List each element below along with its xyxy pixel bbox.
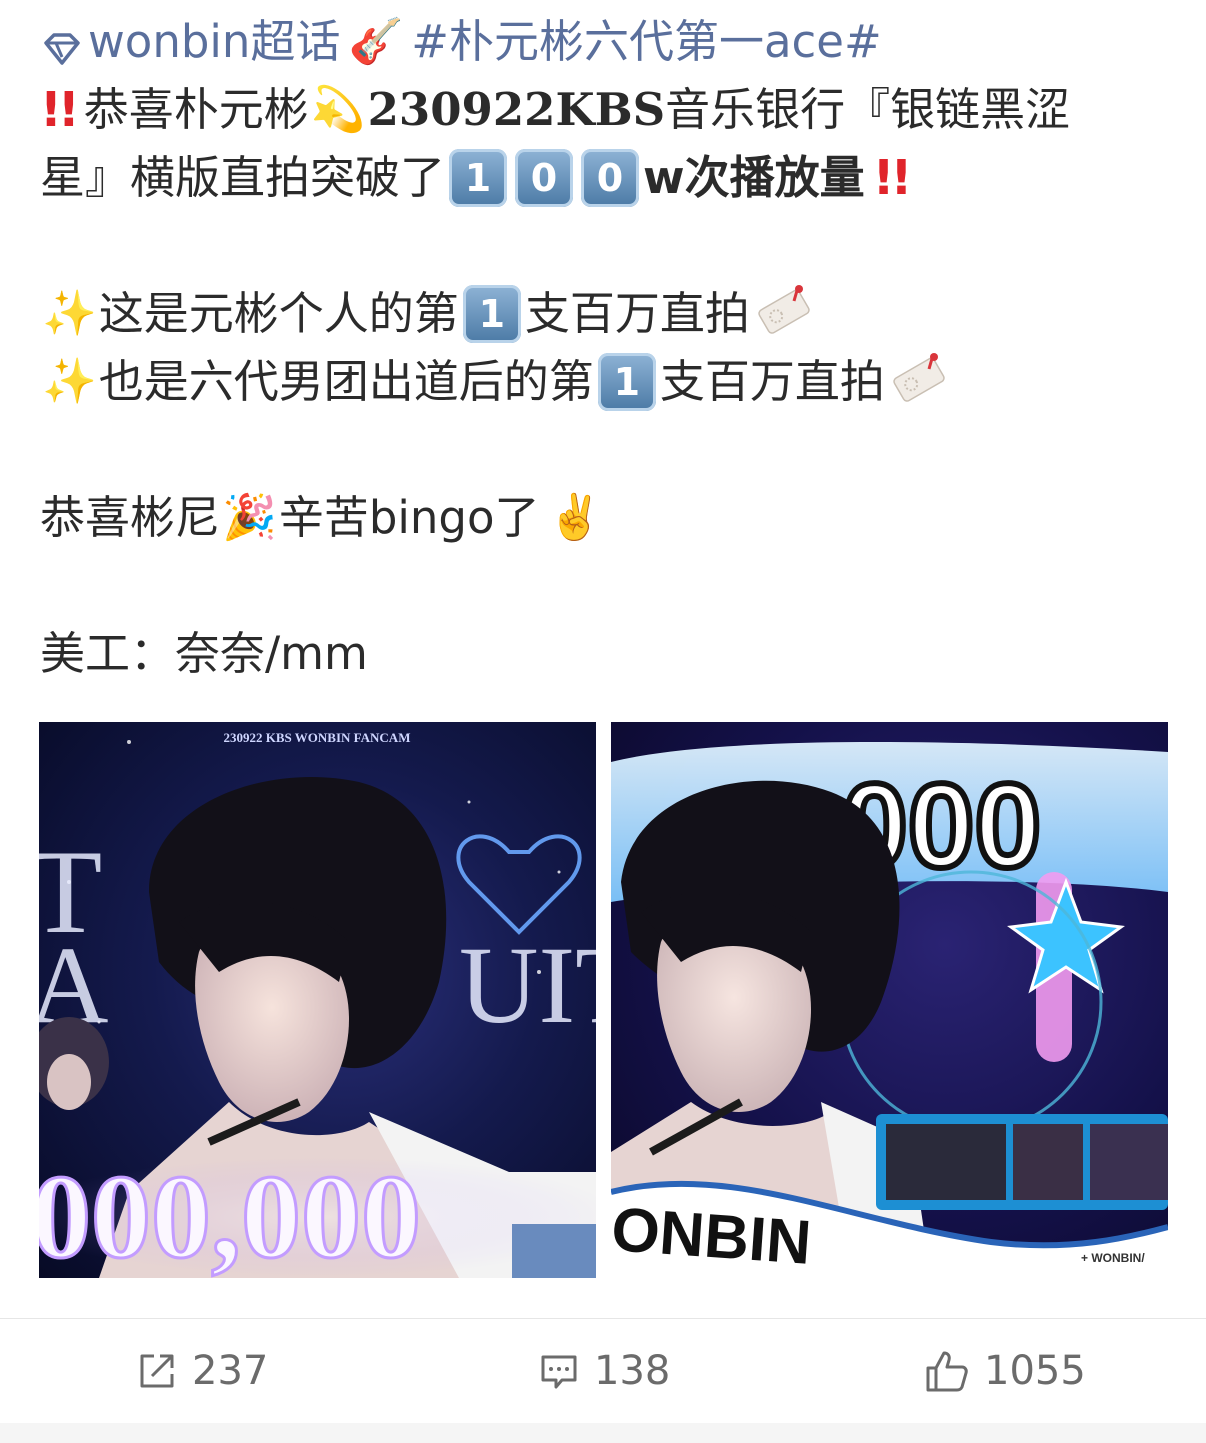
post-content: wonbin超话 🎸 #朴元彬六代第一ace# !! 恭喜朴元彬 💫 23092… xyxy=(40,8,1170,688)
dizzy-star-emoji-icon: 💫 xyxy=(310,84,366,135)
weibo-post: wonbin超话 🎸 #朴元彬六代第一ace# !! 恭喜朴元彬 💫 23092… xyxy=(0,0,1206,1443)
party-popper-emoji-icon: 🎉 xyxy=(222,492,277,543)
tag-label-icon xyxy=(754,281,812,339)
post-image-right[interactable]: 000 ONBIN + WONBIN/ xyxy=(611,722,1168,1278)
hashtag-link[interactable]: #朴元彬六代第一ace# xyxy=(411,8,881,76)
post-line-2: !! 恭喜朴元彬 💫 230922KBS 音乐银行『银链黑涩 xyxy=(40,76,1170,144)
post-image-left[interactable]: T A UIT 230922 KBS WONB xyxy=(39,722,596,1278)
victory-hand-emoji-icon: ✌️ xyxy=(547,492,603,543)
post-text: 星』横版直拍突破了 xyxy=(40,151,446,204)
right-image-name: ONBIN xyxy=(611,1195,813,1278)
post-line-4: ✨ 这是元彬个人的第 1 支百万直拍 xyxy=(40,280,1170,348)
fancam-poster-right: 000 ONBIN + WONBIN/ xyxy=(611,742,1168,1278)
comment-button[interactable]: 138 xyxy=(538,1347,670,1395)
sparkles-icon: ✨ xyxy=(42,288,97,339)
super-topic-link[interactable]: wonbin超话 xyxy=(88,8,340,76)
right-image-watermark: + WONBIN/ xyxy=(1081,1251,1145,1265)
like-count: 1055 xyxy=(984,1348,1086,1394)
post-text: 恭喜朴元彬 xyxy=(83,83,309,136)
sparkles-icon: ✨ xyxy=(42,356,97,407)
like-button[interactable]: 1055 xyxy=(924,1347,1086,1395)
double-exclamation-icon: !! xyxy=(40,82,80,138)
repost-button[interactable]: 237 xyxy=(136,1347,268,1395)
fancam-poster-left: T A UIT 230922 KBS WONB xyxy=(39,730,596,1278)
tag-label-icon xyxy=(889,349,947,407)
comment-icon xyxy=(541,1355,577,1389)
thumbs-up-icon xyxy=(926,1351,968,1392)
repost-count: 237 xyxy=(192,1348,269,1394)
post-image-grid: T A UIT 230922 KBS WONB xyxy=(39,722,1168,1278)
guitar-emoji-icon: 🎸 xyxy=(348,16,404,67)
left-image-big-number: 000,000 xyxy=(39,1150,421,1278)
keycap-icon: 0 xyxy=(581,149,640,207)
post-text: 音乐银行『银链黑涩 xyxy=(665,83,1071,136)
post-text: 恭喜彬尼 xyxy=(40,491,221,544)
double-exclamation-icon: !! xyxy=(872,150,913,206)
post-text: 也是六代男团出道后的第 xyxy=(98,355,594,408)
post-text-bold: 230922KBS xyxy=(367,83,666,136)
post-action-bar: 237 138 1055 xyxy=(0,1319,1206,1423)
keycap-icon: 0 xyxy=(515,149,574,207)
post-line-1: wonbin超话 🎸 #朴元彬六代第一ace# xyxy=(40,8,1170,76)
post-text: w次播放量 xyxy=(643,151,865,204)
post-line-3: 星』横版直拍突破了 1 0 0 w次播放量 !! xyxy=(40,144,1170,212)
super-topic-gem-icon xyxy=(40,22,84,66)
bottom-spacer xyxy=(0,1423,1206,1443)
post-line-5: ✨ 也是六代男团出道后的第 1 支百万直拍 xyxy=(40,348,1170,416)
post-line-6: 恭喜彬尼 🎉 辛苦bingo了 ✌️ xyxy=(40,484,1170,552)
post-line-7: 美工：奈奈/mm xyxy=(40,620,1170,688)
repost-icon xyxy=(140,1354,174,1388)
post-text: 辛苦bingo了 xyxy=(278,491,540,544)
post-text: 支百万直拍 xyxy=(659,355,885,408)
comment-count: 138 xyxy=(594,1348,671,1394)
keycap-icon: 1 xyxy=(449,149,508,207)
post-text: 支百万直拍 xyxy=(524,287,750,340)
post-text: 这是元彬个人的第 xyxy=(98,287,459,340)
post-text: 美工：奈奈/mm xyxy=(40,627,368,680)
keycap-icon: 1 xyxy=(597,353,656,411)
svg-text:UIT: UIT xyxy=(459,924,596,1046)
keycap-icon: 1 xyxy=(462,285,521,343)
left-image-header: 230922 KBS WONBIN FANCAM xyxy=(224,730,411,745)
